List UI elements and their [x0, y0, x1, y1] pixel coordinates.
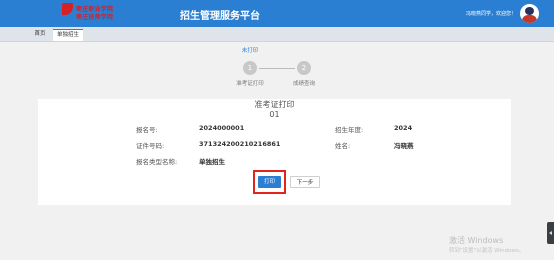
year-value: 2024: [394, 124, 413, 132]
type-value: 单独招生: [199, 158, 225, 166]
print-button[interactable]: 打印: [258, 176, 281, 188]
top-header: 枣庄职业学院 枣庄技师学院 招生管理服务平台 冯晓燕同学，欢迎您！: [0, 0, 554, 27]
card-subtitle: 01: [269, 110, 280, 119]
name-value: 冯晓燕: [394, 142, 414, 150]
logo-mark-icon: [62, 3, 73, 15]
side-panel-toggle[interactable]: [547, 222, 554, 244]
logo-text-line2: 枣庄技师学院: [76, 14, 114, 21]
print-status: 未打印: [241, 48, 259, 54]
platform-title: 招生管理服务平台: [180, 11, 260, 22]
type-label: 报名类型名称:: [136, 158, 178, 166]
avatar[interactable]: [520, 4, 539, 23]
step-1-label: 准考证打印: [236, 81, 264, 87]
windows-activation-hint: 转到"设置"以激活 Windows。: [449, 248, 525, 254]
avatar-body-icon: [522, 15, 537, 23]
welcome-text: 冯晓燕同学，欢迎您！: [466, 11, 517, 17]
chevron-left-icon: [549, 231, 552, 235]
step-2-circle: 2: [297, 61, 311, 75]
windows-activation-title: 激活 Windows: [449, 236, 504, 245]
tab-home[interactable]: 首页: [27, 29, 53, 40]
step-1-circle: 1: [243, 61, 257, 75]
school-logo: 枣庄职业学院 枣庄技师学院: [62, 3, 120, 23]
signup-no-value: 2024000001: [199, 124, 245, 132]
card-title: 准考证打印: [254, 100, 295, 109]
name-label: 姓名:: [335, 142, 351, 150]
tab-bar: 首页 单独招生: [0, 27, 554, 42]
id-no-value: 371324200210216861: [199, 140, 281, 148]
step-connector: [259, 68, 295, 69]
year-label: 招生年度:: [335, 126, 364, 134]
avatar-head-icon: [525, 7, 534, 15]
next-step-button[interactable]: 下一步: [290, 176, 320, 188]
tab-single-enrollment[interactable]: 单独招生: [53, 29, 83, 41]
step-2-label: 成绩查询: [292, 81, 315, 87]
signup-no-label: 报名号:: [136, 126, 158, 134]
id-no-label: 证件号码:: [136, 142, 165, 150]
